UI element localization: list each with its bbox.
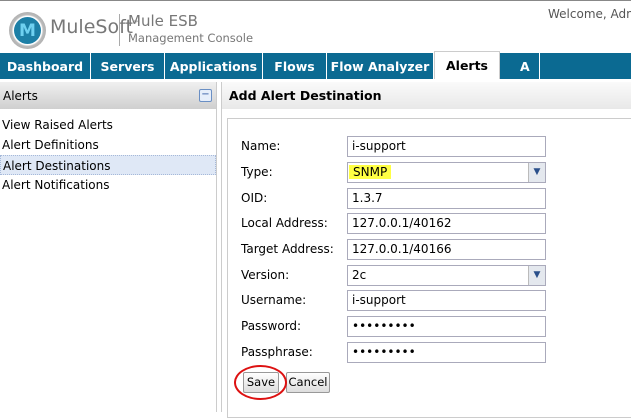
username-input[interactable]: i-support (347, 290, 546, 311)
version-row: Version: 2c ▼ (241, 265, 551, 286)
oid-label: OID: (241, 191, 268, 205)
product-name: Mule ESB (128, 12, 198, 30)
type-row: Type: SNMP ▼ (241, 162, 551, 183)
local-address-input[interactable]: 127.0.0.1/40162 (347, 213, 546, 234)
tab-flow-analyzer[interactable]: Flow Analyzer (327, 53, 434, 79)
sidebar-header: Alerts − (0, 82, 216, 109)
passphrase-row: Passphrase: ••••••••• (241, 342, 551, 363)
product-title: Mule ESB Management Console (128, 13, 253, 47)
tab-more[interactable]: A (500, 53, 540, 79)
name-row: Name: i-support (241, 136, 551, 157)
version-select[interactable]: 2c ▼ (347, 265, 546, 286)
passphrase-label: Passphrase: (241, 345, 313, 359)
type-label: Type: (241, 165, 273, 179)
name-label: Name: (241, 139, 281, 153)
sidebar-item-alert-destinations[interactable]: Alert Destinations (0, 155, 216, 175)
username-row: Username: i-support (241, 290, 551, 311)
local-address-label: Local Address: (241, 216, 328, 230)
sidebar: Alerts − View Raised Alerts Alert Definit… (0, 82, 217, 412)
password-input[interactable]: ••••••••• (347, 316, 546, 337)
password-row: Password: ••••••••• (241, 316, 551, 337)
top-border (0, 0, 631, 1)
sidebar-item-alert-definitions[interactable]: Alert Definitions (0, 135, 216, 155)
tab-applications[interactable]: Applications (165, 53, 263, 79)
tab-alerts[interactable]: Alerts (434, 51, 500, 79)
version-label: Version: (241, 268, 290, 282)
oid-input[interactable]: 1.3.7 (347, 188, 546, 209)
username-label: Username: (241, 293, 307, 307)
tab-servers[interactable]: Servers (91, 53, 165, 79)
main-panel: Add Alert Destination Name: i-support Typ… (221, 82, 631, 418)
name-input[interactable]: i-support (347, 136, 546, 157)
passphrase-input[interactable]: ••••••••• (347, 342, 546, 363)
mulesoft-logo: M (9, 12, 46, 49)
tab-dashboard[interactable]: Dashboard (0, 53, 91, 79)
chevron-down-icon[interactable]: ▼ (528, 163, 545, 182)
product-subtitle: Management Console (128, 31, 254, 45)
sidebar-title: Alerts (3, 88, 38, 103)
oid-row: OID: 1.3.7 (241, 188, 551, 209)
password-label: Password: (241, 319, 302, 333)
type-select[interactable]: SNMP ▼ (347, 162, 546, 183)
local-address-row: Local Address: 127.0.0.1/40162 (241, 213, 551, 234)
target-address-row: Target Address: 127.0.0.1/40166 (241, 239, 551, 260)
main-nav: Dashboard Servers Applications Flows Flo… (0, 51, 631, 79)
tab-flows[interactable]: Flows (263, 53, 327, 79)
page-title: Add Alert Destination (222, 82, 631, 109)
collapse-icon[interactable]: − (199, 89, 212, 102)
brand-name: MuleSoft™ (50, 16, 140, 38)
target-address-input[interactable]: 127.0.0.1/40166 (347, 239, 546, 260)
brand-text: MuleSoft (50, 16, 133, 38)
chevron-down-icon[interactable]: ▼ (528, 266, 545, 285)
divider (119, 14, 120, 46)
alert-destination-form: Name: i-support Type: SNMP ▼ OID: 1.3.7 Loca… (227, 118, 631, 418)
target-address-label: Target Address: (241, 242, 334, 256)
version-value: 2c (352, 268, 367, 282)
sidebar-item-alert-notifications[interactable]: Alert Notifications (0, 175, 216, 195)
sidebar-item-view-raised-alerts[interactable]: View Raised Alerts (0, 115, 216, 135)
type-value: SNMP (349, 165, 392, 179)
annotation-circle (234, 365, 287, 400)
welcome-text: Welcome, Adm (548, 7, 631, 21)
cancel-button[interactable]: Cancel (286, 372, 330, 393)
